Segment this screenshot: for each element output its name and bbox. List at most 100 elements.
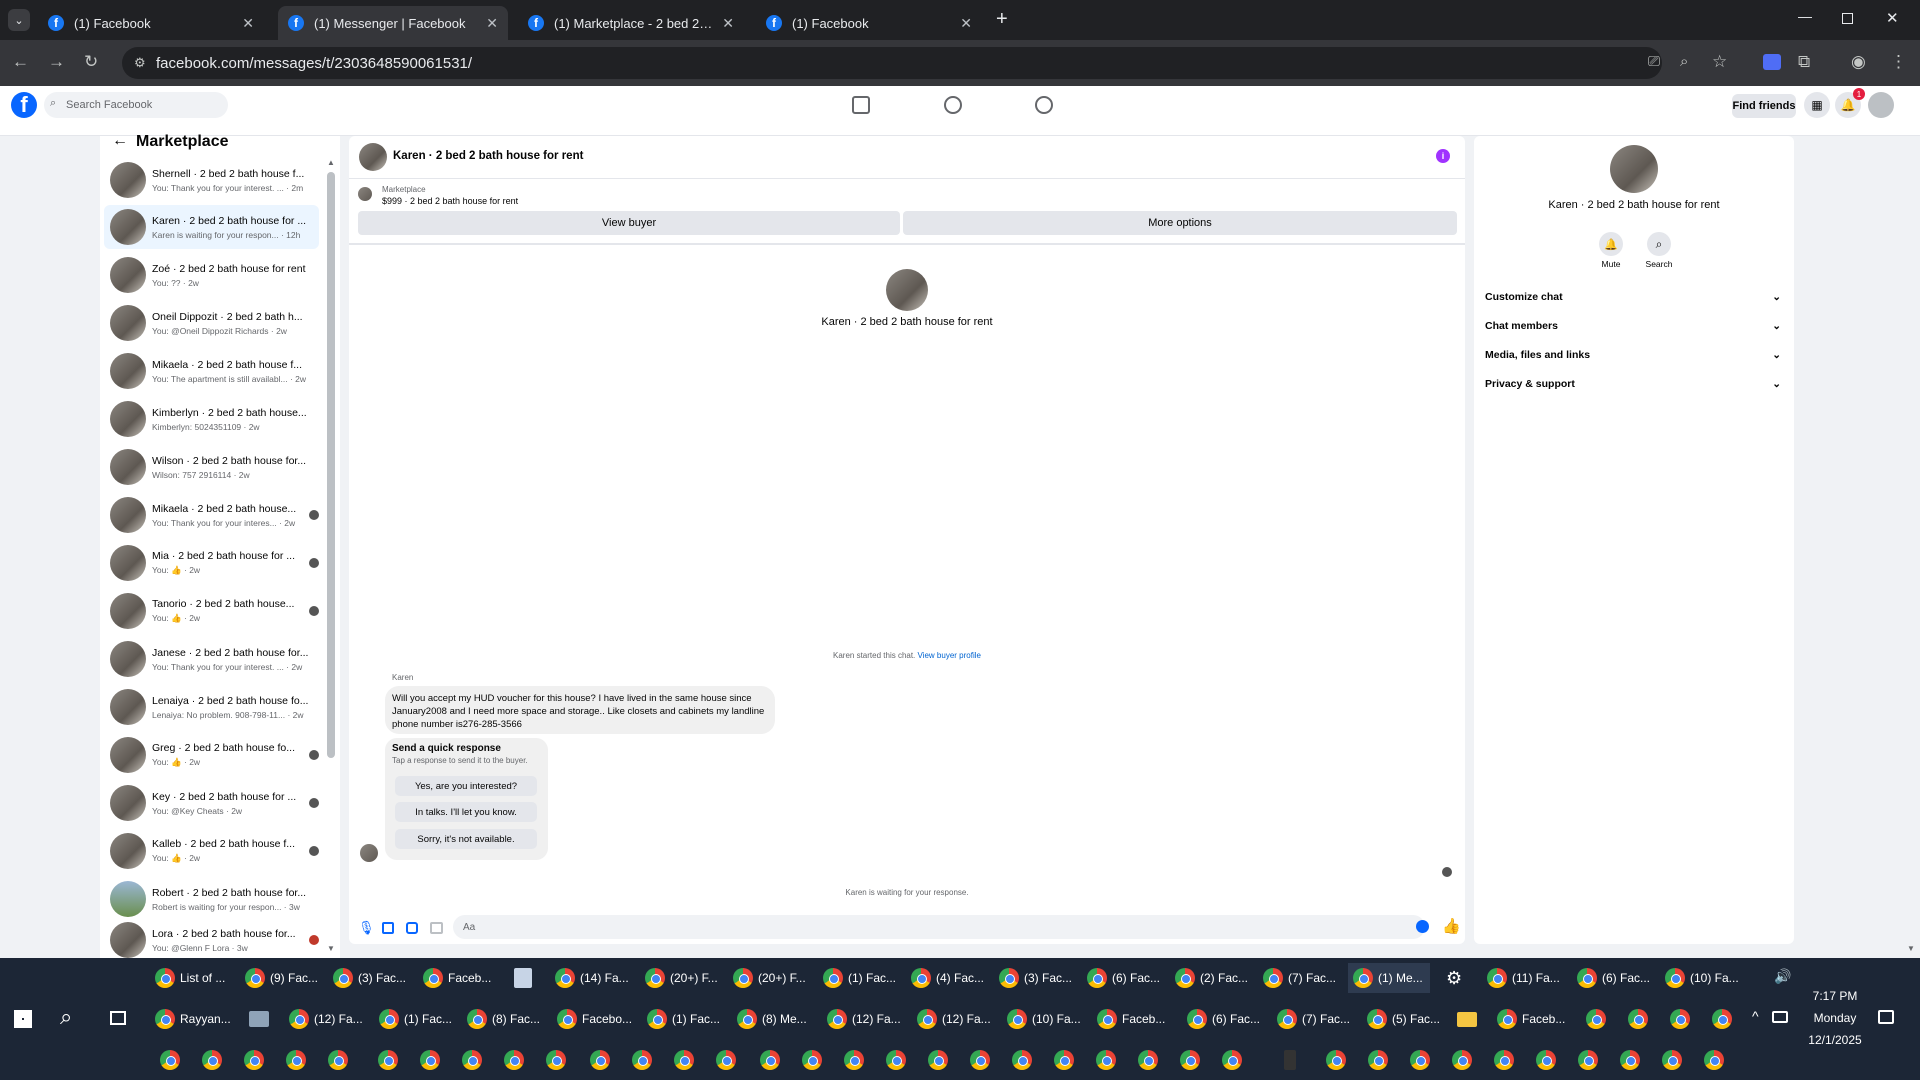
taskbar-window-button[interactable]: Faceb... xyxy=(418,963,498,993)
chrome-icon[interactable] xyxy=(1326,1050,1346,1070)
taskbar-window-button[interactable]: (8) Fac... xyxy=(462,1004,542,1034)
taskbar-window-button[interactable]: (8) Me... xyxy=(732,1004,812,1034)
chrome-icon[interactable] xyxy=(1054,1050,1074,1070)
chrome-icon[interactable] xyxy=(1704,1050,1724,1070)
conversation-item[interactable]: Lora · 2 bed 2 bath house for... You: @Gl… xyxy=(104,922,319,958)
listing-text[interactable]: $999 · 2 bed 2 bath house for rent xyxy=(382,196,518,206)
taskbar-window-button[interactable]: (12) Fa... xyxy=(912,1004,992,1034)
taskbar-window-button[interactable]: (14) Fa... xyxy=(550,963,630,993)
search-input[interactable]: ⌕ Search Facebook xyxy=(44,92,228,118)
taskbar-window-button[interactable]: Facebo... xyxy=(552,1004,634,1034)
taskbar-window-button[interactable]: (1) Fac... xyxy=(374,1004,454,1034)
chat-header-title[interactable]: Karen · 2 bed 2 bath house for rent xyxy=(393,150,583,162)
restore-icon[interactable] xyxy=(1842,13,1853,24)
zoom-icon[interactable]: ⌕ xyxy=(1680,53,1688,70)
network-icon[interactable] xyxy=(1772,1011,1788,1023)
message-input[interactable]: Aa xyxy=(453,915,1425,939)
account-avatar-icon[interactable] xyxy=(1868,92,1894,118)
taskbar-window-button[interactable]: List of ... xyxy=(150,963,232,993)
media-files-links-row[interactable]: Media, files and links ⌄ xyxy=(1485,349,1781,361)
conversation-item[interactable]: Tanorio · 2 bed 2 bath house... You: 👍 · … xyxy=(104,589,319,633)
conversation-item[interactable]: Wilson · 2 bed 2 bath house for... Wilson… xyxy=(104,445,319,489)
windows-start-icon[interactable] xyxy=(14,1010,32,1028)
sticker-icon[interactable] xyxy=(406,922,418,934)
browser-tab[interactable]: f (1) Facebook ✕ xyxy=(756,6,982,40)
scroll-up-icon[interactable]: ▲ xyxy=(327,158,335,167)
taskbar-window-button[interactable]: (12) Fa... xyxy=(822,1004,902,1034)
chrome-icon[interactable] xyxy=(1586,1009,1606,1029)
facebook-logo-icon[interactable]: f xyxy=(11,92,37,118)
install-app-icon[interactable]: ⎚ xyxy=(1648,53,1660,70)
conversation-item[interactable]: Janese · 2 bed 2 bath house for... You: T… xyxy=(104,637,319,681)
close-tab-icon[interactable]: ✕ xyxy=(242,15,254,32)
chrome-icon[interactable] xyxy=(1368,1050,1388,1070)
volume-icon[interactable]: 🔊 xyxy=(1774,968,1791,985)
microphone-icon[interactable]: 🎙 xyxy=(358,920,375,936)
reload-icon[interactable]: ↻ xyxy=(84,52,98,72)
gif-icon[interactable] xyxy=(430,922,443,934)
browser-tab-active[interactable]: f (1) Messenger | Facebook ✕ xyxy=(278,6,508,40)
conversation-item[interactable]: Oneil Dippozit · 2 bed 2 bath h... You: @… xyxy=(104,301,319,345)
quick-response-yes-button[interactable]: Yes, are you interested? xyxy=(395,776,537,796)
info-avatar[interactable] xyxy=(1610,145,1658,193)
conversation-item[interactable]: Kimberlyn · 2 bed 2 bath house... Kimberl… xyxy=(104,397,319,441)
notification-center-icon[interactable] xyxy=(1878,1010,1894,1024)
emoji-icon[interactable] xyxy=(1416,920,1429,933)
close-tab-icon[interactable]: ✕ xyxy=(722,15,734,32)
taskbar-window-button[interactable]: (1) Fac... xyxy=(818,963,898,993)
taskbar-window-button[interactable]: (7) Fac... xyxy=(1258,963,1338,993)
chrome-icon[interactable] xyxy=(244,1050,264,1070)
taskbar-app-button[interactable] xyxy=(244,1004,274,1034)
close-tab-icon[interactable]: ✕ xyxy=(960,15,972,32)
search-button[interactable]: ⌕ xyxy=(1647,232,1671,256)
profile-icon[interactable]: ◉ xyxy=(1851,52,1866,72)
chrome-icon[interactable] xyxy=(1096,1050,1116,1070)
back-arrow-icon[interactable]: ← xyxy=(112,132,128,150)
taskbar-window-button[interactable]: (6) Fac... xyxy=(1182,1004,1262,1034)
chrome-icon[interactable] xyxy=(546,1050,566,1070)
address-bar[interactable]: ⚙ facebook.com/messages/t/23036485900615… xyxy=(122,47,1662,79)
conversation-item[interactable]: Zoé · 2 bed 2 bath house for rent You: ??… xyxy=(104,253,319,297)
chrome-icon[interactable] xyxy=(1494,1050,1514,1070)
find-friends-button[interactable]: Find friends xyxy=(1732,94,1796,118)
more-options-button[interactable]: More options xyxy=(903,211,1457,235)
conversation-item[interactable]: Mikaela · 2 bed 2 bath house f... You: Th… xyxy=(104,349,319,393)
app-icon[interactable] xyxy=(1284,1050,1296,1070)
conversation-item[interactable]: Kalleb · 2 bed 2 bath house f... You: 👍 ·… xyxy=(104,829,319,873)
friends-icon[interactable] xyxy=(944,96,962,114)
browser-tab[interactable]: f (1) Facebook ✕ xyxy=(38,6,264,40)
conversation-item[interactable]: Mikaela · 2 bed 2 bath house... You: Than… xyxy=(104,493,319,537)
info-icon[interactable]: i xyxy=(1436,149,1450,163)
chrome-icon[interactable] xyxy=(286,1050,306,1070)
taskbar-window-button-active[interactable]: (1) Me... xyxy=(1348,963,1430,993)
conversation-item[interactable]: Lenaiya · 2 bed 2 bath house fo... Lenaiy… xyxy=(104,685,319,729)
chrome-icon[interactable] xyxy=(1452,1050,1472,1070)
taskbar-app-button[interactable] xyxy=(508,963,538,993)
chrome-icon[interactable] xyxy=(1670,1009,1690,1029)
conversation-item[interactable]: Shernell · 2 bed 2 bath house f... You: T… xyxy=(104,158,319,202)
chrome-icon[interactable] xyxy=(1180,1050,1200,1070)
chrome-icon[interactable] xyxy=(844,1050,864,1070)
mute-button[interactable]: 🔔 xyxy=(1599,232,1623,256)
chrome-icon[interactable] xyxy=(760,1050,780,1070)
privacy-support-row[interactable]: Privacy & support ⌄ xyxy=(1485,378,1781,390)
conversation-list-scrollbar[interactable] xyxy=(327,172,335,758)
like-thumb-icon[interactable]: 👍 xyxy=(1442,917,1461,935)
conversation-item[interactable]: Greg · 2 bed 2 bath house fo... You: 👍 · … xyxy=(104,733,319,777)
taskbar-window-button[interactable]: (5) Fac... xyxy=(1362,1004,1442,1034)
scroll-down-icon[interactable]: ▼ xyxy=(327,944,335,953)
taskbar-window-button[interactable]: (2) Fac... xyxy=(1170,963,1250,993)
task-view-icon[interactable] xyxy=(110,1011,126,1025)
chrome-icon[interactable] xyxy=(970,1050,990,1070)
chrome-icon[interactable] xyxy=(1662,1050,1682,1070)
quick-response-in-talks-button[interactable]: In talks. I'll let you know. xyxy=(395,802,537,822)
taskbar-window-button[interactable]: (6) Fac... xyxy=(1572,963,1652,993)
chat-members-row[interactable]: Chat members ⌄ xyxy=(1485,320,1781,332)
chrome-icon[interactable] xyxy=(674,1050,694,1070)
clock-day[interactable]: Monday xyxy=(1800,1011,1870,1025)
chrome-icon[interactable] xyxy=(1628,1009,1648,1029)
chrome-icon[interactable] xyxy=(632,1050,652,1070)
chrome-icon[interactable] xyxy=(1012,1050,1032,1070)
photo-icon[interactable] xyxy=(382,922,394,934)
browser-menu-icon[interactable]: ⋮ xyxy=(1890,52,1907,72)
